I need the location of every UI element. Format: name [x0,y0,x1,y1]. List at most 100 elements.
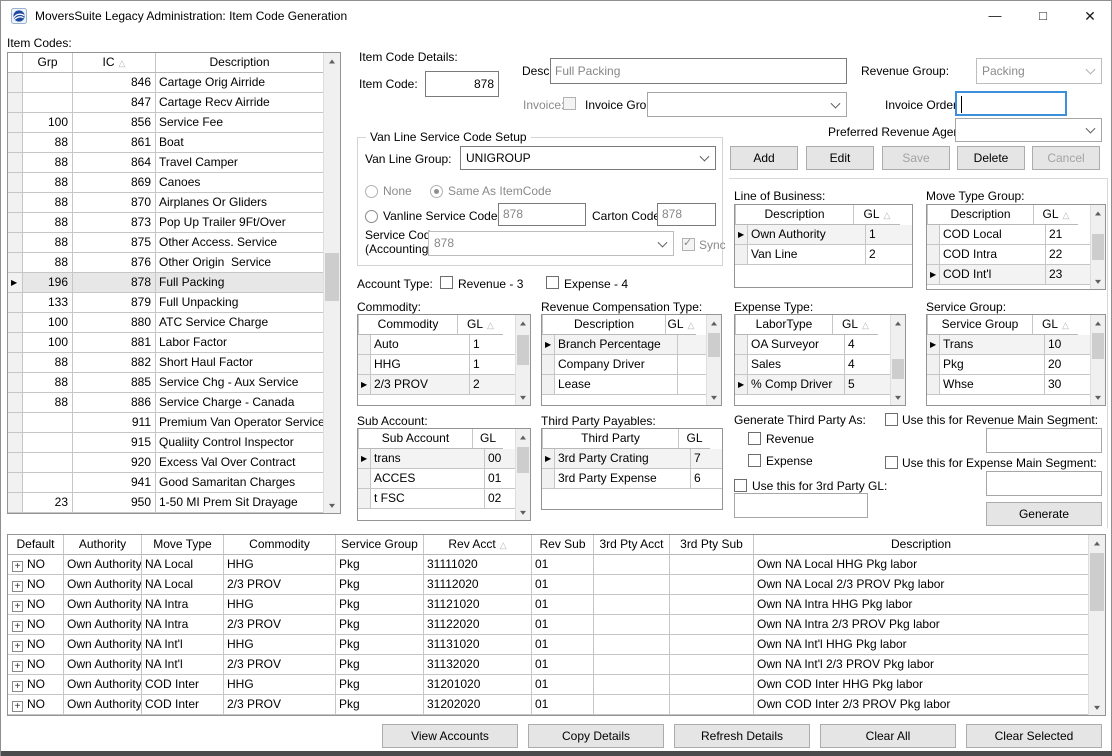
cell-grp[interactable]: 88 [23,233,73,253]
cell-def[interactable]: +NO [8,695,64,715]
table-row[interactable]: 100881Labor Factor [8,333,340,353]
cell-grp[interactable] [23,473,73,493]
table-row[interactable]: 100880ATC Service Charge [8,313,340,333]
cell-c1[interactable]: COD Int'l [940,265,1046,285]
cell-move[interactable]: NA Int'l [142,635,224,655]
cell-ic[interactable]: 861 [73,133,156,153]
move-type-column-header[interactable]: Move Type [142,535,224,555]
cell-p3a[interactable] [594,675,670,695]
cell-c2[interactable]: 20 [1045,355,1090,375]
cell-desc[interactable]: Other Access. Service [156,233,323,253]
carton-code-field[interactable]: 878 [657,203,716,226]
cell-c2[interactable]: 2 [866,245,912,265]
clear-all-button[interactable]: Clear All [820,724,956,748]
cell-c2[interactable]: 00 [485,449,515,469]
table-row[interactable]: 911Premium Van Operator Service [8,413,340,433]
cell-sg[interactable]: Pkg [336,675,424,695]
cell-grp[interactable]: 100 [23,333,73,353]
cell-rev[interactable]: 31132020 [424,655,532,675]
cell-comm[interactable]: 2/3 PROV [224,615,336,635]
cell-desc[interactable]: Boat [156,133,323,153]
cell-c1[interactable]: ACCES [371,469,485,489]
cell-grp[interactable]: 196 [23,273,73,293]
cell-sg[interactable]: Pkg [336,695,424,715]
cell-auth[interactable]: Own Authority [64,655,142,675]
cell-desc[interactable]: Full Unpacking [156,293,323,313]
cell-c1[interactable]: t FSC [371,489,485,509]
cell-c1[interactable]: HHG [371,355,470,375]
table-row[interactable]: +NOOwn AuthorityCOD Inter2/3 PROVPkg3120… [8,695,1105,715]
cell-comm[interactable]: 2/3 PROV [224,575,336,595]
cell-revsub[interactable]: 01 [532,575,594,595]
expand-icon[interactable]: + [12,621,23,632]
table-row[interactable]: 100856Service Fee [8,113,340,133]
cell-desc[interactable]: ATC Service Charge [156,313,323,333]
scroll-up-icon[interactable] [891,315,905,330]
gl-column-header[interactable]: GL [679,429,710,449]
cell-move[interactable]: NA Local [142,555,224,575]
table-row[interactable]: 88864Travel Camper [8,153,340,173]
cell-c1[interactable]: trans [371,449,485,469]
cell-p3a[interactable] [594,695,670,715]
cell-sg[interactable]: Pkg [336,615,424,635]
invoice-checkbox[interactable] [563,97,576,110]
table-row[interactable]: HHG1 [358,355,530,375]
expand-icon[interactable]: + [12,681,23,692]
authority-column-header[interactable]: Authority [64,535,142,555]
cell-ic[interactable]: 847 [73,93,156,113]
table-row[interactable]: 88875Other Access. Service [8,233,340,253]
gl-column-header[interactable]: GL△ [1033,315,1078,335]
vanline-service-code-radio[interactable] [365,210,378,223]
cell-ic[interactable]: 876 [73,253,156,273]
preferred-agent-select[interactable] [955,118,1102,142]
cell-desc[interactable]: Service Chg - Aux Service [156,373,323,393]
expense-main-segment-field[interactable] [986,471,1102,496]
cell-desc[interactable]: Airplanes Or Gliders [156,193,323,213]
table-row[interactable]: ▶3rd Party Crating7 [542,449,722,469]
table-row[interactable]: ▶Trans10 [927,335,1105,355]
cell-grp[interactable]: 100 [23,113,73,133]
cell-c1[interactable]: OA Surveyor [748,335,845,355]
cell-grp[interactable] [23,413,73,433]
table-row[interactable]: 3rd Party Expense6 [542,469,722,489]
expand-icon[interactable]: + [12,601,23,612]
cell-c1[interactable]: Van Line [748,245,866,265]
cell-revsub[interactable]: 01 [532,595,594,615]
gl-column-header[interactable]: GL△ [666,315,696,335]
cell-ic[interactable]: 886 [73,393,156,413]
cell-c2[interactable]: 10 [1045,335,1090,355]
view-accounts-button[interactable]: View Accounts [382,724,518,748]
table-row[interactable]: 920Excess Val Over Contract [8,453,340,473]
cell-c2[interactable]: 1 [866,225,912,245]
save-button[interactable]: Save [882,146,950,170]
table-row[interactable]: COD Intra22 [927,245,1105,265]
cell-grp[interactable]: 88 [23,193,73,213]
cell-ic[interactable]: 878 [73,273,156,293]
cell-desc[interactable]: Good Samaritan Charges [156,473,323,493]
table-row[interactable]: +NOOwn AuthorityNA Int'lHHGPkg3113102001… [8,635,1105,655]
invoice-order-field[interactable] [955,91,1067,116]
cell-c1[interactable]: Whse [940,375,1045,395]
cell-c1[interactable]: Trans [940,335,1045,355]
move-type-group-scrollbar[interactable] [1090,205,1105,289]
table-row[interactable]: 915Qualiity Control Inspector [8,433,340,453]
cell-revsub[interactable]: 01 [532,635,594,655]
cell-def[interactable]: +NO [8,595,64,615]
table-row[interactable]: t FSC02 [358,489,530,509]
cell-c2[interactable]: 22 [1046,245,1090,265]
gl-column-header[interactable]: GL△ [458,315,503,335]
table-row[interactable]: ACCES01 [358,469,530,489]
scroll-up-icon[interactable] [516,315,530,330]
copy-details-button[interactable]: Copy Details [528,724,664,748]
cell-c2[interactable]: 01 [485,469,515,489]
cell-ic[interactable]: 880 [73,313,156,333]
table-row[interactable]: OA Surveyor4 [735,335,905,355]
cell-c1[interactable]: Own Authority [748,225,866,245]
cell-c1[interactable]: Company Driver [555,355,678,375]
cell-p3a[interactable] [594,555,670,575]
item-codes-scrollbar[interactable] [323,53,340,513]
cell-ic[interactable]: 950 [73,493,156,513]
cell-def[interactable]: +NO [8,655,64,675]
scrollbar-thumb[interactable] [708,333,720,357]
cell-comm[interactable]: HHG [224,595,336,615]
